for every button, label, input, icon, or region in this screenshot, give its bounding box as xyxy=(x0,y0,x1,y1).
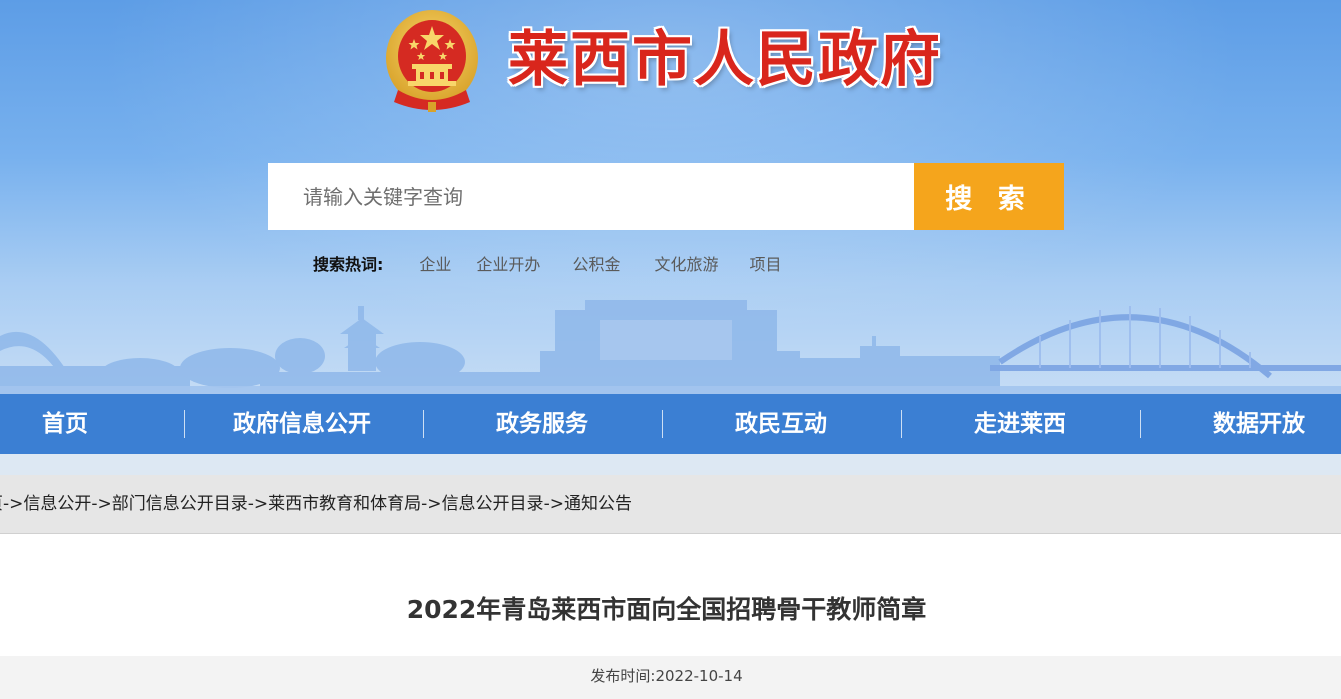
breadcrumb-separator: -> xyxy=(91,494,112,514)
nav-item-gov-info[interactable]: 政府信息公开 xyxy=(233,394,371,454)
nav-separator xyxy=(901,410,902,438)
breadcrumb-item-info-catalog[interactable]: 信息公开目录 xyxy=(442,494,544,514)
nav-item-home[interactable]: 首页 xyxy=(42,394,88,454)
nav-item-about-laixi[interactable]: 走进莱西 xyxy=(974,394,1066,454)
publish-date: 2022-10-14 xyxy=(655,667,743,685)
nav-separator xyxy=(184,410,185,438)
breadcrumb-item-education-bureau[interactable]: 莱西市教育和体育局 xyxy=(268,494,421,514)
header-banner: 莱西市人民政府 搜 索 搜索热词: 企业 企业开办 公积金 文化旅游 项目 xyxy=(0,0,1341,394)
breadcrumb-separator: -> xyxy=(543,494,564,514)
publish-time-label: 发布时间: xyxy=(590,667,656,685)
hot-search-label: 搜索热词: xyxy=(313,255,384,274)
site-title: 莱西市人民政府 xyxy=(508,25,942,95)
nav-item-interaction[interactable]: 政民互动 xyxy=(735,394,827,454)
nav-separator xyxy=(1140,410,1141,438)
search-button[interactable]: 搜 索 xyxy=(914,163,1064,230)
article-meta: 发布时间:2022-10-14 xyxy=(0,656,1333,696)
nav-bottom-strip xyxy=(0,454,1341,475)
main-nav: 首页 政府信息公开 政务服务 政民互动 走进莱西 数据开放 xyxy=(0,394,1341,454)
hot-word-link[interactable]: 项目 xyxy=(749,251,781,275)
breadcrumb-item-info-open[interactable]: 信息公开 xyxy=(23,494,91,514)
breadcrumb-item-dept-catalog[interactable]: 部门信息公开目录 xyxy=(112,494,248,514)
hot-word-link[interactable]: 公积金 xyxy=(572,251,620,275)
breadcrumb: 页->信息公开->部门信息公开目录->莱西市教育和体育局->信息公开目录->通知… xyxy=(0,475,632,533)
breadcrumb-bar: 页->信息公开->部门信息公开目录->莱西市教育和体育局->信息公开目录->通知… xyxy=(0,475,1341,534)
search-input[interactable] xyxy=(268,163,914,230)
breadcrumb-separator: -> xyxy=(247,494,269,514)
hot-word-link[interactable]: 企业 xyxy=(419,251,451,275)
hot-search-words: 搜索热词: 企业 企业开办 公积金 文化旅游 项目 xyxy=(313,250,781,276)
breadcrumb-separator: -> xyxy=(421,494,442,514)
nav-item-gov-services[interactable]: 政务服务 xyxy=(496,394,588,454)
nav-separator xyxy=(662,410,663,438)
national-emblem-icon xyxy=(386,10,478,112)
breadcrumb-separator: -> xyxy=(3,494,24,514)
hot-word-link[interactable]: 企业开办 xyxy=(476,251,540,275)
city-skyline-illustration xyxy=(0,300,1341,394)
breadcrumb-item-notices[interactable]: 通知公告 xyxy=(564,494,632,514)
article-title: 2022年青岛莱西市面向全国招聘骨干教师简章 xyxy=(406,595,927,624)
nav-separator xyxy=(423,410,424,438)
nav-item-open-data[interactable]: 数据开放 xyxy=(1213,394,1305,454)
hot-word-link[interactable]: 文化旅游 xyxy=(654,251,718,275)
